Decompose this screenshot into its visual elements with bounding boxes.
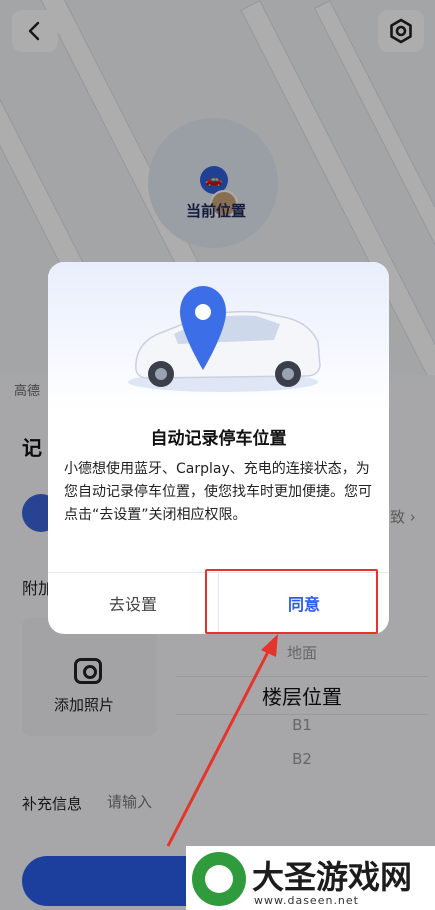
watermark-text: 大圣游戏网 [252, 858, 413, 896]
watermark-url: www.daseen.net [254, 894, 359, 907]
watermark: 大圣游戏网 www.daseen.net [186, 846, 435, 910]
annotation-arrow-icon [166, 634, 278, 847]
site-logo-icon [192, 852, 246, 906]
